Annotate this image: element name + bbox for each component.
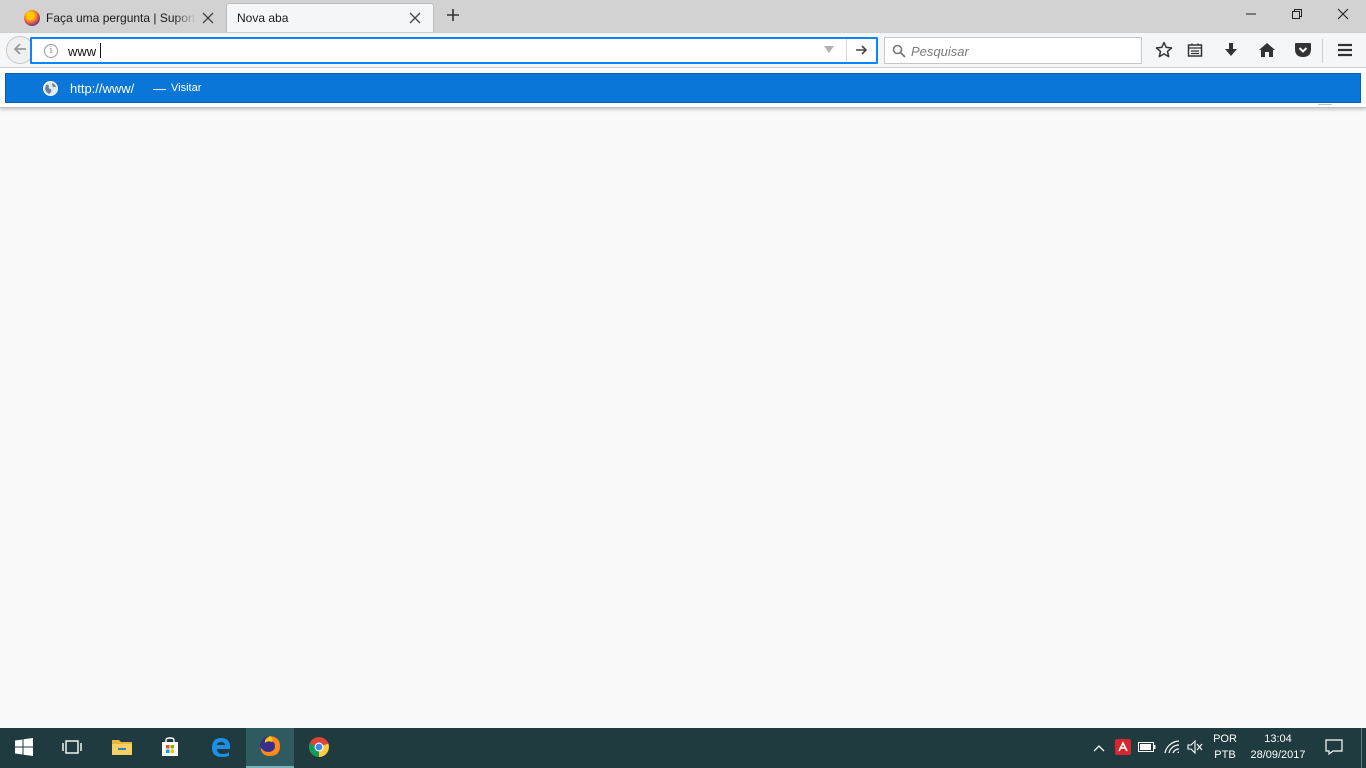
library-icon — [1187, 42, 1203, 61]
chevron-up-icon — [1093, 741, 1105, 755]
menu-button[interactable] — [1332, 38, 1358, 64]
dropdown-arrow-icon[interactable] — [824, 46, 834, 53]
firefox-icon — [258, 734, 282, 761]
autocomplete-popup: http://www/ — Visitar — [0, 68, 1366, 108]
divider — [846, 39, 847, 62]
antivirus-tray-button[interactable] — [1112, 728, 1134, 768]
search-input[interactable] — [911, 42, 1136, 60]
task-view-button[interactable] — [48, 728, 96, 768]
edge-button[interactable] — [197, 728, 245, 768]
minimize-button[interactable] — [1228, 0, 1274, 30]
chrome-icon — [308, 736, 330, 761]
restore-button[interactable] — [1274, 0, 1320, 30]
antivirus-icon — [1115, 738, 1131, 758]
firefox-taskbar-button[interactable] — [246, 728, 294, 768]
download-icon — [1223, 42, 1239, 61]
globe-icon — [42, 80, 59, 100]
tab-strip: Faça uma pergunta | Suporte Nova aba — [0, 0, 1366, 32]
network-tray-button[interactable] — [1160, 728, 1184, 768]
language-code: POR — [1213, 733, 1237, 745]
volume-tray-button[interactable] — [1184, 728, 1206, 768]
window-close-button[interactable] — [1320, 0, 1366, 30]
chrome-button[interactable] — [295, 728, 343, 768]
bookmark-star-icon — [1155, 41, 1173, 62]
downloads-button[interactable] — [1218, 38, 1244, 64]
task-view-icon — [62, 739, 82, 758]
hamburger-menu-icon — [1336, 42, 1354, 61]
settings-gear-partial — [1318, 104, 1332, 108]
suggestion-url: http://www/ — [70, 81, 135, 96]
clock[interactable]: 13:04 28/09/2017 — [1244, 731, 1312, 763]
close-icon — [1337, 8, 1349, 23]
input-language-indicator[interactable]: POR PTB — [1208, 731, 1242, 763]
show-desktop-button[interactable] — [1361, 728, 1366, 768]
firefox-icon — [24, 9, 40, 26]
search-icon — [892, 44, 906, 61]
edge-icon — [210, 736, 232, 761]
toolbar-divider — [1322, 39, 1323, 63]
keyboard-layout: PTB — [1214, 749, 1236, 761]
address-bar[interactable]: i — [30, 37, 878, 64]
pocket-button[interactable] — [1290, 38, 1316, 64]
library-button[interactable] — [1182, 38, 1208, 64]
wifi-icon — [1164, 739, 1180, 757]
autocomplete-suggestion[interactable]: http://www/ — Visitar — [5, 73, 1361, 103]
start-button[interactable] — [0, 728, 48, 768]
close-icon[interactable] — [407, 10, 423, 26]
back-arrow-icon — [13, 42, 27, 59]
minimize-icon — [1245, 8, 1257, 23]
battery-tray-button[interactable] — [1136, 728, 1158, 768]
file-explorer-button[interactable] — [98, 728, 146, 768]
tab-ask-question[interactable]: Faça uma pergunta | Suporte — [14, 3, 226, 32]
show-hidden-icons-button[interactable] — [1088, 728, 1110, 768]
tab-new-tab[interactable]: Nova aba — [226, 3, 434, 32]
close-icon[interactable] — [200, 10, 216, 26]
windows-start-icon — [15, 737, 33, 759]
battery-icon — [1138, 741, 1156, 755]
windows-taskbar: POR PTB 13:04 28/09/2017 — [0, 728, 1366, 768]
info-icon[interactable]: i — [44, 44, 58, 58]
store-button[interactable] — [146, 728, 194, 768]
store-icon — [160, 736, 180, 760]
go-arrow-icon — [855, 44, 868, 59]
clock-time: 13:04 — [1264, 733, 1292, 745]
new-tab-button[interactable] — [442, 5, 464, 27]
plus-icon — [446, 8, 460, 25]
navigation-toolbar: i — [0, 32, 1366, 68]
file-explorer-icon — [111, 738, 133, 759]
text-caret — [100, 43, 101, 58]
action-center-icon — [1325, 738, 1343, 758]
home-button[interactable] — [1254, 38, 1280, 64]
home-icon — [1258, 42, 1276, 61]
tab-label: Faça uma pergunta | Suporte — [46, 10, 196, 25]
suggestion-action: Visitar — [171, 82, 202, 94]
tab-label: Nova aba — [237, 11, 289, 25]
volume-muted-icon — [1187, 739, 1203, 757]
restore-icon — [1291, 8, 1303, 23]
go-button[interactable] — [850, 41, 872, 61]
suggestion-separator: — — [153, 81, 166, 96]
url-input[interactable] — [68, 42, 808, 60]
search-bar[interactable] — [884, 37, 1142, 64]
pocket-icon — [1294, 42, 1312, 61]
action-center-button[interactable] — [1318, 728, 1350, 768]
bookmark-button[interactable] — [1151, 38, 1177, 64]
clock-date: 28/09/2017 — [1250, 749, 1306, 761]
